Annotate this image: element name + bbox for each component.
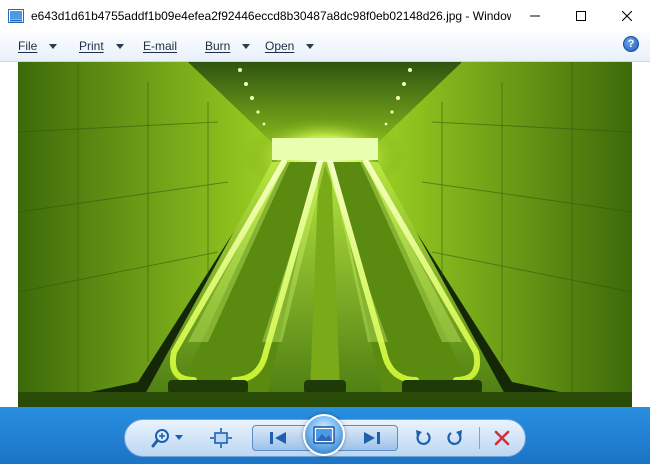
menu-email[interactable]: E-mail: [143, 31, 177, 61]
previous-icon: [270, 432, 286, 444]
menu-burn[interactable]: Burn: [205, 31, 251, 61]
toolbar-separator: [479, 427, 480, 449]
zoom-button[interactable]: [150, 425, 186, 451]
zoom-icon: [151, 429, 183, 448]
chevron-down-icon: [306, 43, 315, 49]
image-viewport: [0, 62, 650, 407]
menu-email-label: E-mail: [143, 39, 178, 53]
menu-open[interactable]: Open: [265, 31, 315, 61]
menu-open-label: Open: [265, 39, 295, 53]
rotate-left-button[interactable]: [410, 425, 436, 451]
menu-print-label: Print: [79, 39, 104, 53]
menu-print[interactable]: Print: [79, 31, 124, 61]
close-button[interactable]: [604, 0, 650, 31]
chevron-down-icon: [115, 43, 124, 49]
displayed-photo: [18, 62, 632, 407]
menu-bar: File Print E-mail Burn Open: [0, 31, 650, 62]
maximize-button[interactable]: [558, 0, 604, 31]
minimize-button[interactable]: [512, 0, 558, 31]
next-icon: [364, 432, 380, 444]
actual-size-icon: [210, 428, 232, 448]
actual-size-button[interactable]: [206, 425, 236, 451]
photo-viewer-window: e643d1d61b4755addf1b09e4efea2f92446eccd8…: [0, 0, 650, 464]
next-button[interactable]: [356, 425, 388, 451]
help-button[interactable]: ?: [623, 36, 639, 52]
app-icon: [8, 8, 24, 23]
window-title: e643d1d61b4755addf1b09e4efea2f92446eccd8…: [31, 8, 511, 23]
delete-icon: [494, 430, 510, 446]
slideshow-button[interactable]: [303, 414, 345, 456]
rotate-right-icon: [447, 430, 462, 445]
rotate-right-button[interactable]: [442, 425, 468, 451]
menu-file[interactable]: File: [18, 31, 58, 61]
chevron-down-icon: [242, 43, 251, 49]
previous-button[interactable]: [262, 425, 294, 451]
rotate-left-icon: [416, 430, 431, 445]
chevron-down-icon: [49, 43, 58, 49]
menu-file-label: File: [18, 39, 38, 53]
delete-button[interactable]: [488, 425, 516, 451]
slideshow-icon: [313, 426, 335, 444]
menu-burn-label: Burn: [205, 39, 231, 53]
